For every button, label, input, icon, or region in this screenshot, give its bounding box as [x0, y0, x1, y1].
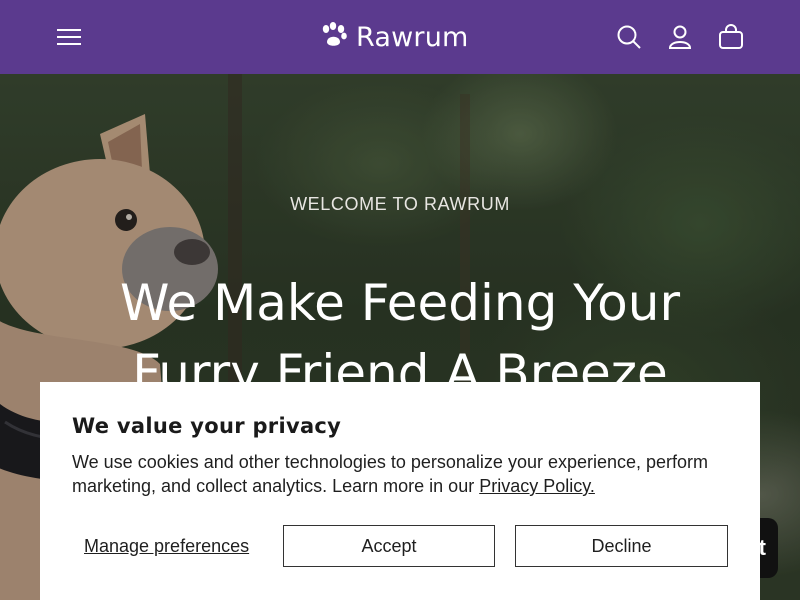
search-icon[interactable] — [614, 22, 644, 52]
cookie-actions: Manage preferences Accept Decline — [72, 524, 728, 568]
paw-icon — [320, 21, 348, 53]
decline-button[interactable]: Decline — [515, 525, 728, 567]
shopping-bag-icon[interactable] — [716, 22, 746, 52]
site-header: Rawrum — [0, 0, 800, 74]
cookie-description: We use cookies and other technologies to… — [72, 450, 728, 498]
cookie-text: We use cookies and other technologies to… — [72, 452, 709, 496]
hero-kicker: WELCOME TO RAWRUM — [290, 194, 510, 214]
manage-preferences-link[interactable]: Manage preferences — [72, 536, 284, 557]
privacy-policy-link[interactable]: Privacy Policy. — [479, 476, 595, 496]
accept-button[interactable]: Accept — [283, 525, 495, 567]
cookie-title: We value your privacy — [72, 414, 342, 438]
hamburger-menu-icon[interactable] — [56, 24, 82, 50]
brand-name: Rawrum — [356, 21, 469, 53]
brand-logo[interactable]: Rawrum — [320, 18, 469, 56]
cookie-consent-banner: We value your privacy We use cookies and… — [40, 382, 760, 600]
user-icon[interactable] — [665, 22, 695, 52]
